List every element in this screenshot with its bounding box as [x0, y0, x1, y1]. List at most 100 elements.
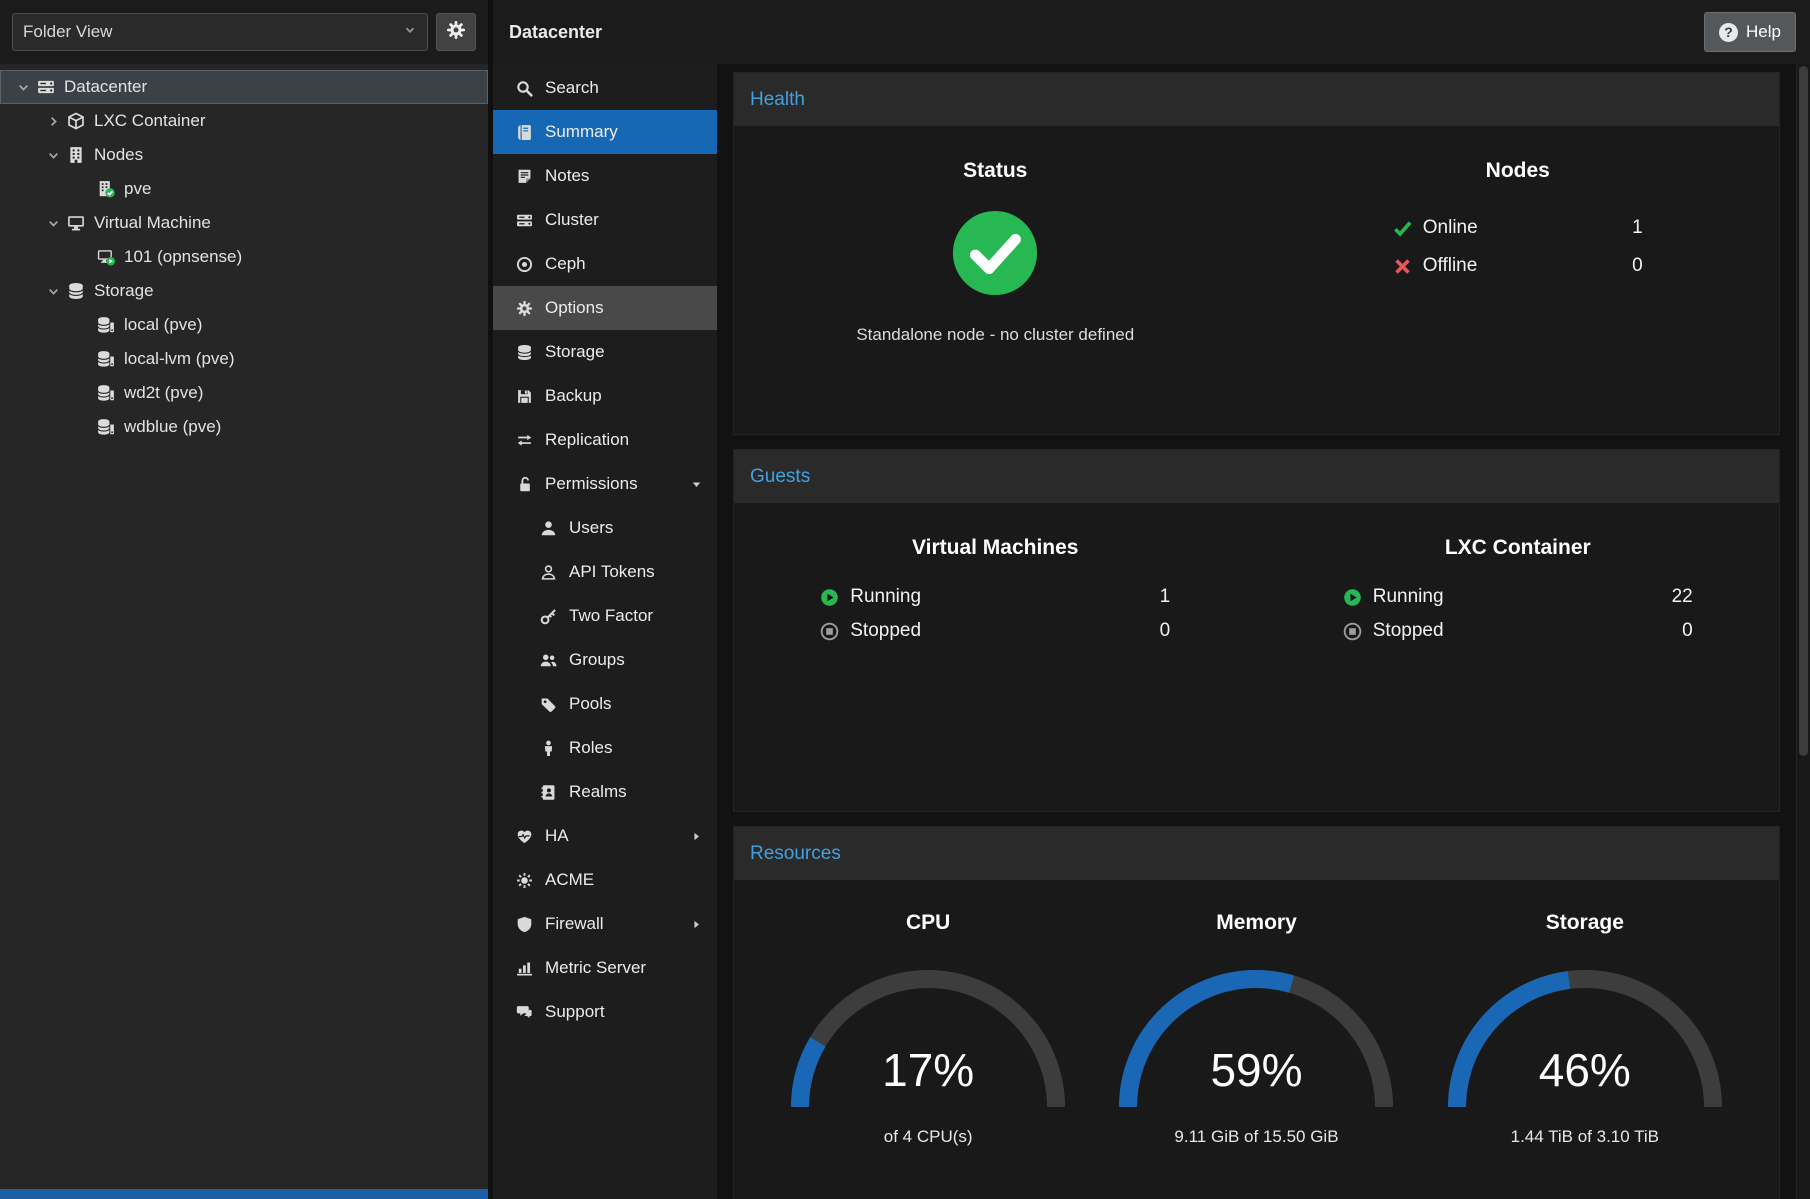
tree-item-wdblue[interactable]: wdblue (pve)	[0, 410, 488, 444]
chevron-right-icon[interactable]	[42, 114, 64, 129]
menu-item-metric-server[interactable]: Metric Server	[493, 946, 717, 990]
status-title: Status	[963, 127, 1027, 183]
database-drive-icon	[94, 350, 118, 368]
menu-item-options[interactable]: Options	[493, 286, 717, 330]
menu-item-storage[interactable]: Storage	[493, 330, 717, 374]
vertical-scrollbar[interactable]	[1796, 64, 1810, 1199]
menu-item-api-tokens[interactable]: API Tokens	[493, 550, 717, 594]
view-mode-select[interactable]: Folder View	[12, 13, 428, 51]
tree-item-datacenter[interactable]: Datacenter	[0, 70, 488, 104]
tree-item-label: wdblue (pve)	[124, 417, 221, 437]
database-icon	[515, 344, 534, 361]
memory-gauge-subtext: 9.11 GiB of 15.50 GiB	[1174, 1127, 1338, 1147]
resources-panel-title: Resources	[750, 843, 841, 865]
caret-right-icon	[690, 918, 703, 931]
tree-item-label: pve	[124, 179, 151, 199]
memory-gauge: Memory 59% 9.11 GiB of 15.50 GiB	[1092, 911, 1420, 1147]
tree-item-virtual-machine[interactable]: Virtual Machine	[0, 206, 488, 240]
vm-stopped-row: Stopped 0	[820, 620, 1170, 642]
tree-item-label: Datacenter	[64, 77, 147, 97]
chevron-down-icon[interactable]	[42, 148, 64, 163]
menu-item-label: HA	[545, 826, 569, 846]
cpu-gauge: CPU 17% of 4 CPU(s)	[764, 911, 1092, 1147]
menu-item-support[interactable]: Support	[493, 990, 717, 1034]
cube-icon	[64, 112, 88, 130]
memory-gauge-percent: 59%	[1106, 1043, 1406, 1097]
menu-item-label: Realms	[569, 782, 627, 802]
bottom-panel-splitter[interactable]	[0, 1189, 488, 1199]
arrows-icon	[515, 432, 534, 449]
tree-item-local-lvm[interactable]: local-lvm (pve)	[0, 342, 488, 376]
menu-item-groups[interactable]: Groups	[493, 638, 717, 682]
menu-item-users[interactable]: Users	[493, 506, 717, 550]
tree-toolbar: Folder View	[0, 0, 488, 64]
stopped-label: Stopped	[1373, 620, 1444, 642]
stop-circle-icon	[820, 622, 839, 641]
tree-item-label: local (pve)	[124, 315, 202, 335]
chevron-down-icon[interactable]	[42, 284, 64, 299]
menu-item-label: Roles	[569, 738, 612, 758]
tree-item-label: 101 (opnsense)	[124, 247, 242, 267]
tree-item-pve[interactable]: pve	[0, 172, 488, 206]
help-button[interactable]: ? Help	[1704, 12, 1796, 52]
menu-item-firewall[interactable]: Firewall	[493, 902, 717, 946]
tree-item-vm-101[interactable]: 101 (opnsense)	[0, 240, 488, 274]
tree-item-lxc-container[interactable]: LXC Container	[0, 104, 488, 138]
menu-item-label: Groups	[569, 650, 625, 670]
menu-item-ha[interactable]: HA	[493, 814, 717, 858]
menu-item-search[interactable]: Search	[493, 66, 717, 110]
tree-item-storage[interactable]: Storage	[0, 274, 488, 308]
tree-item-label: LXC Container	[94, 111, 206, 131]
health-panel: Health Status Standalone node - no clust…	[733, 72, 1780, 435]
tree-settings-button[interactable]	[436, 13, 476, 51]
menu-item-notes[interactable]: Notes	[493, 154, 717, 198]
offline-label: Offline	[1423, 255, 1478, 277]
menu-item-label: Support	[545, 1002, 605, 1022]
menu-item-label: Permissions	[545, 474, 638, 494]
user-outline-icon	[539, 564, 558, 581]
menu-item-pools[interactable]: Pools	[493, 682, 717, 726]
play-circle-icon	[820, 588, 839, 607]
storage-gauge: Storage 46% 1.44 TiB of 3.10 TiB	[1421, 911, 1749, 1147]
chevron-down-icon[interactable]	[12, 80, 34, 95]
cross-icon	[1393, 257, 1412, 276]
menu-item-label: Summary	[545, 122, 618, 142]
lxc-title: LXC Container	[1445, 504, 1591, 560]
tree-item-nodes[interactable]: Nodes	[0, 138, 488, 172]
lxc-running-value: 22	[1672, 586, 1693, 608]
content-header: Datacenter ? Help	[493, 0, 1810, 64]
menu-item-realms[interactable]: Realms	[493, 770, 717, 814]
tree-item-label: Virtual Machine	[94, 213, 211, 233]
vm-title: Virtual Machines	[912, 504, 1079, 560]
menu-item-roles[interactable]: Roles	[493, 726, 717, 770]
scrollbar-thumb[interactable]	[1799, 66, 1808, 756]
menu-item-cluster[interactable]: Cluster	[493, 198, 717, 242]
menu-item-label: Search	[545, 78, 599, 98]
server-stack-icon	[515, 212, 534, 229]
chevron-down-icon[interactable]	[42, 216, 64, 231]
menu-item-summary[interactable]: Summary	[493, 110, 717, 154]
menu-item-acme[interactable]: ACME	[493, 858, 717, 902]
database-icon	[64, 282, 88, 300]
menu-item-ceph[interactable]: Ceph	[493, 242, 717, 286]
vm-running-value: 1	[1160, 586, 1171, 608]
user-icon	[539, 520, 558, 537]
tree-item-wd2t[interactable]: wd2t (pve)	[0, 376, 488, 410]
menu-item-two-factor[interactable]: Two Factor	[493, 594, 717, 638]
tag-icon	[539, 696, 558, 713]
monitor-icon	[64, 214, 88, 232]
gear-icon	[515, 300, 534, 317]
heartbeat-icon	[515, 828, 534, 845]
tree-item-local[interactable]: local (pve)	[0, 308, 488, 342]
health-panel-title: Health	[750, 89, 805, 111]
storage-gauge-subtext: 1.44 TiB of 3.10 TiB	[1511, 1127, 1659, 1147]
monitor-play-icon	[94, 248, 118, 266]
menu-item-replication[interactable]: Replication	[493, 418, 717, 462]
proxmox-app: Folder View Datacenter LXC Containe	[0, 0, 1810, 1199]
menu-item-permissions[interactable]: Permissions	[493, 462, 717, 506]
menu-item-backup[interactable]: Backup	[493, 374, 717, 418]
memory-gauge-title: Memory	[1216, 911, 1297, 935]
online-value: 1	[1632, 217, 1643, 239]
menu-item-label: Two Factor	[569, 606, 653, 626]
tree-item-label: Storage	[94, 281, 154, 301]
